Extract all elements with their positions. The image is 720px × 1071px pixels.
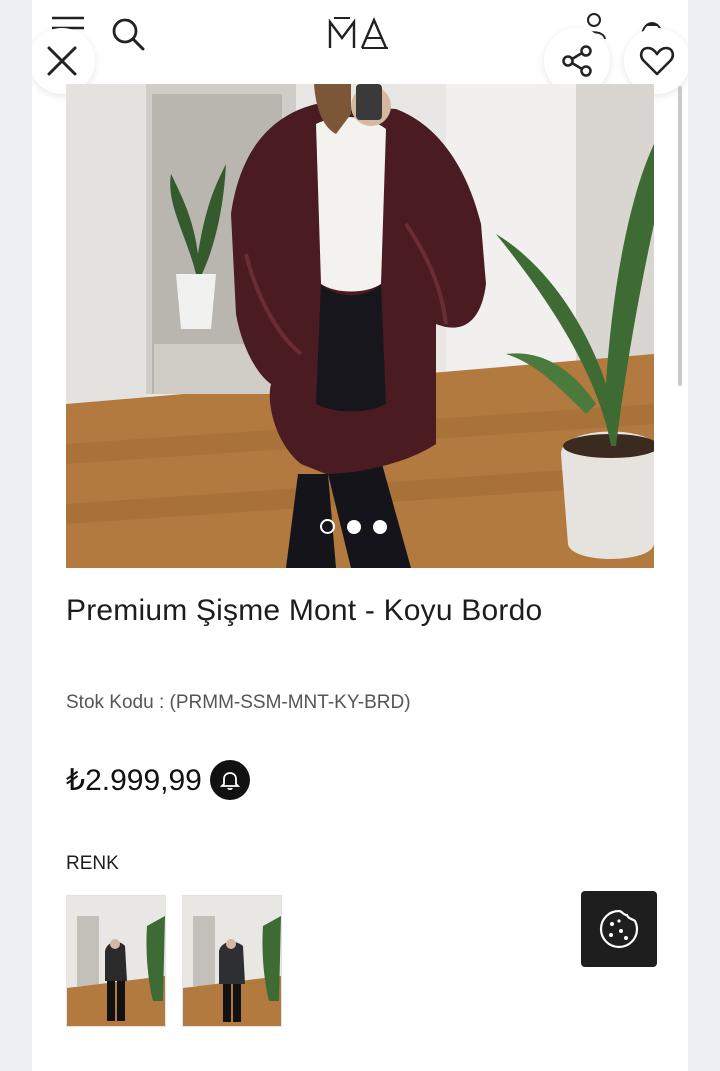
product-price: ₺2.999,99: [66, 763, 202, 797]
price-row: ₺2.999,99: [66, 760, 250, 800]
color-option-1[interactable]: [66, 895, 166, 1027]
gallery-pagination: [320, 519, 387, 534]
scrollbar-thumb[interactable]: [678, 86, 682, 386]
share-icon: [562, 45, 592, 77]
color-section-label: RENK: [66, 853, 119, 874]
cookie-settings-button[interactable]: [581, 891, 657, 967]
product-page: Premium Şişme Mont - Koyu Bordo Stok Kod…: [32, 0, 688, 1071]
price-alert-button[interactable]: [209, 760, 250, 800]
brand-logo[interactable]: [328, 14, 392, 52]
close-icon: [47, 46, 77, 76]
gallery-dot-1[interactable]: [320, 519, 335, 534]
cookie-icon: [599, 909, 639, 949]
heart-icon: [639, 46, 675, 76]
sku-value: (PRMM-SSM-MNT-KY-BRD): [169, 692, 411, 713]
color-option-2[interactable]: [182, 895, 282, 1027]
product-title: Premium Şişme Mont - Koyu Bordo: [66, 594, 543, 627]
gallery-dot-2[interactable]: [347, 519, 361, 534]
bell-icon: [219, 772, 241, 791]
top-header: [32, 0, 688, 94]
product-image[interactable]: [66, 84, 654, 568]
sku: Stok Kodu : (PRMM-SSM-MNT-KY-BRD): [66, 692, 411, 714]
search-icon[interactable]: [106, 12, 150, 56]
sku-label: Stok Kodu :: [66, 692, 165, 713]
gallery-dot-3[interactable]: [373, 519, 387, 534]
